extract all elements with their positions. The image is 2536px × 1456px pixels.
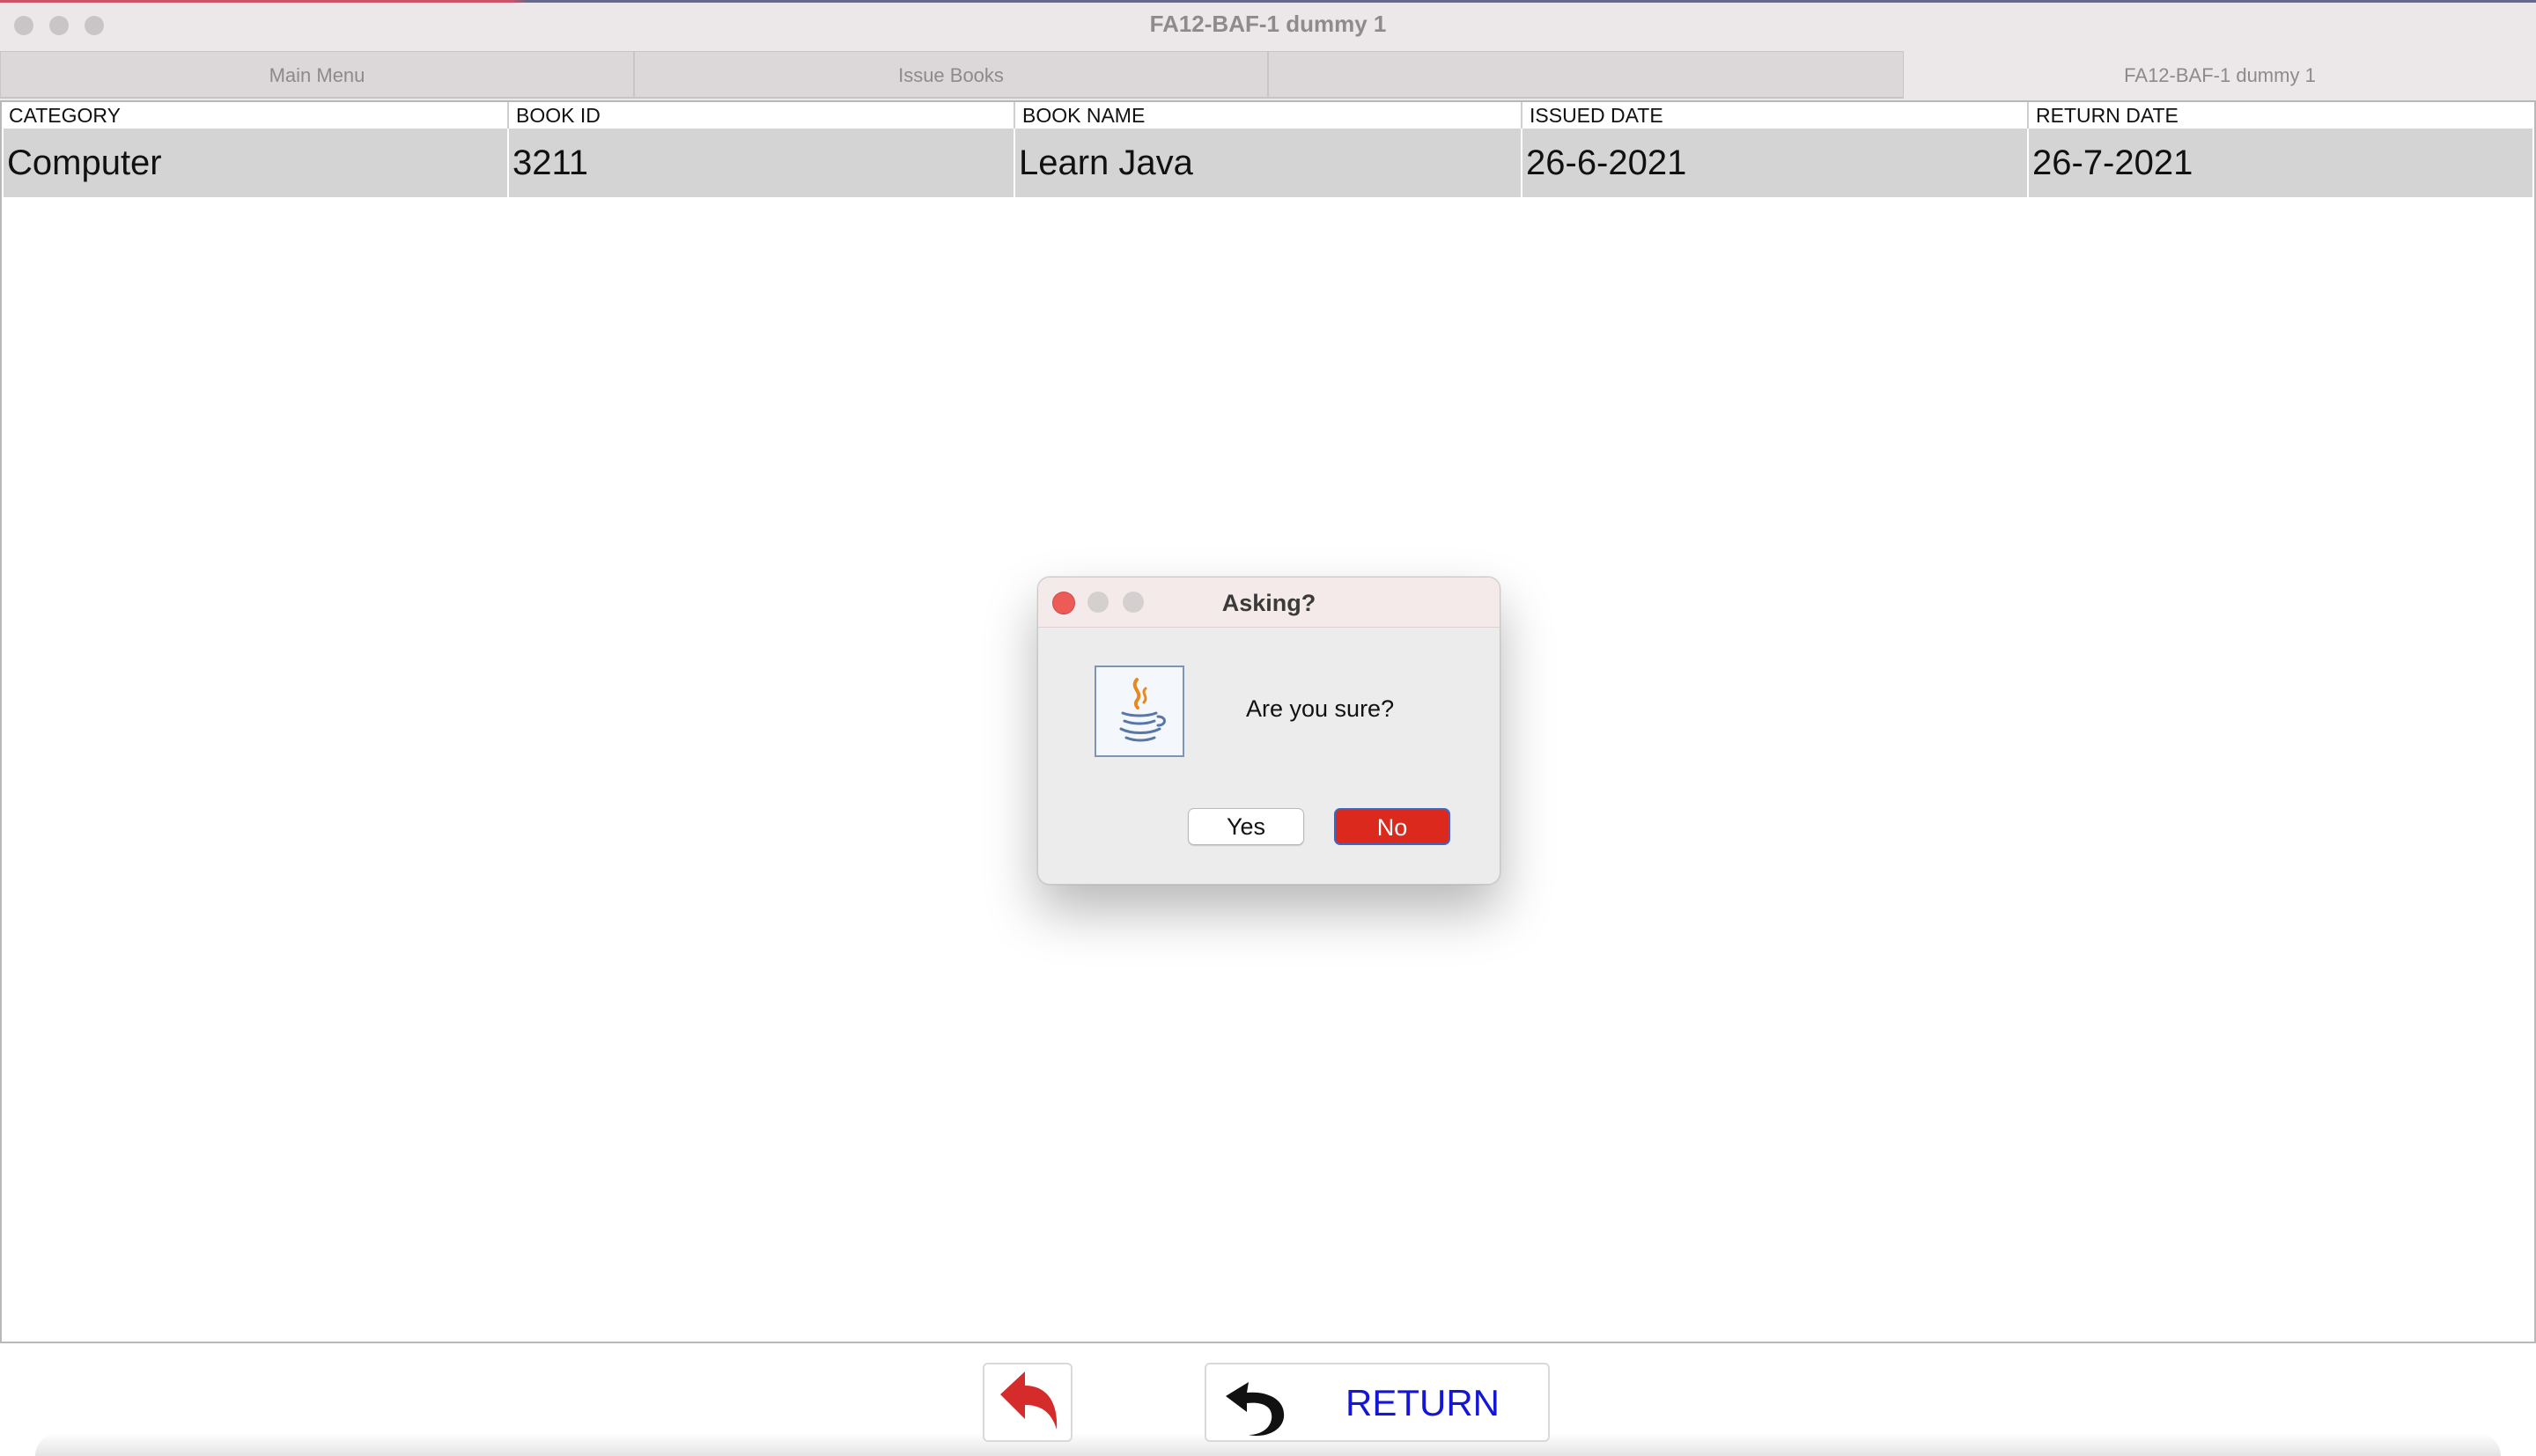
cell-book-name[interactable]: Learn Java xyxy=(1015,129,1522,197)
red-back-arrow-icon xyxy=(984,1371,1071,1444)
column-header-book-id[interactable]: BOOK ID xyxy=(509,102,1015,129)
window-title: FA12-BAF-1 dummy 1 xyxy=(1149,11,1387,37)
title-accent-line xyxy=(0,0,2536,3)
tab-empty[interactable] xyxy=(1268,51,1904,99)
column-header-category[interactable]: CATEGORY xyxy=(2,102,509,129)
dialog-title: Asking? xyxy=(1221,590,1316,616)
cell-issued-date[interactable]: 26-6-2021 xyxy=(1522,129,2029,197)
tab-main-menu[interactable]: Main Menu xyxy=(0,51,634,99)
tab-user-account[interactable]: FA12-BAF-1 dummy 1 xyxy=(1904,51,2536,99)
back-button[interactable] xyxy=(983,1363,1073,1442)
dialog-message: Are you sure? xyxy=(1246,695,1395,722)
cell-category[interactable]: Computer xyxy=(4,129,509,197)
cell-book-id[interactable]: 3211 xyxy=(509,129,1015,197)
no-button[interactable]: No xyxy=(1334,808,1450,845)
java-icon xyxy=(1095,665,1184,757)
column-header-return-date[interactable]: RETURN DATE xyxy=(2029,102,2534,129)
column-header-book-name[interactable]: BOOK NAME xyxy=(1015,102,1522,129)
title-bar: FA12-BAF-1 dummy 1 xyxy=(0,0,2536,52)
return-label: RETURN xyxy=(1345,1382,1500,1423)
yes-button[interactable]: Yes xyxy=(1188,808,1304,845)
confirm-dialog: Asking? Are you sure? Yes No xyxy=(1037,577,1500,885)
app-window: FA12-BAF-1 dummy 1 Main Menu Issue Books… xyxy=(0,0,2536,1456)
return-button[interactable]: RETURN xyxy=(1205,1363,1550,1442)
cell-return-date[interactable]: 26-7-2021 xyxy=(2029,129,2532,197)
dialog-title-bar: Asking? xyxy=(1038,577,1500,628)
tab-bar: Main Menu Issue Books FA12-BAF-1 dummy 1 xyxy=(0,51,2536,100)
tab-issue-books[interactable]: Issue Books xyxy=(634,51,1268,99)
column-header-issued-date[interactable]: ISSUED DATE xyxy=(1522,102,2029,129)
